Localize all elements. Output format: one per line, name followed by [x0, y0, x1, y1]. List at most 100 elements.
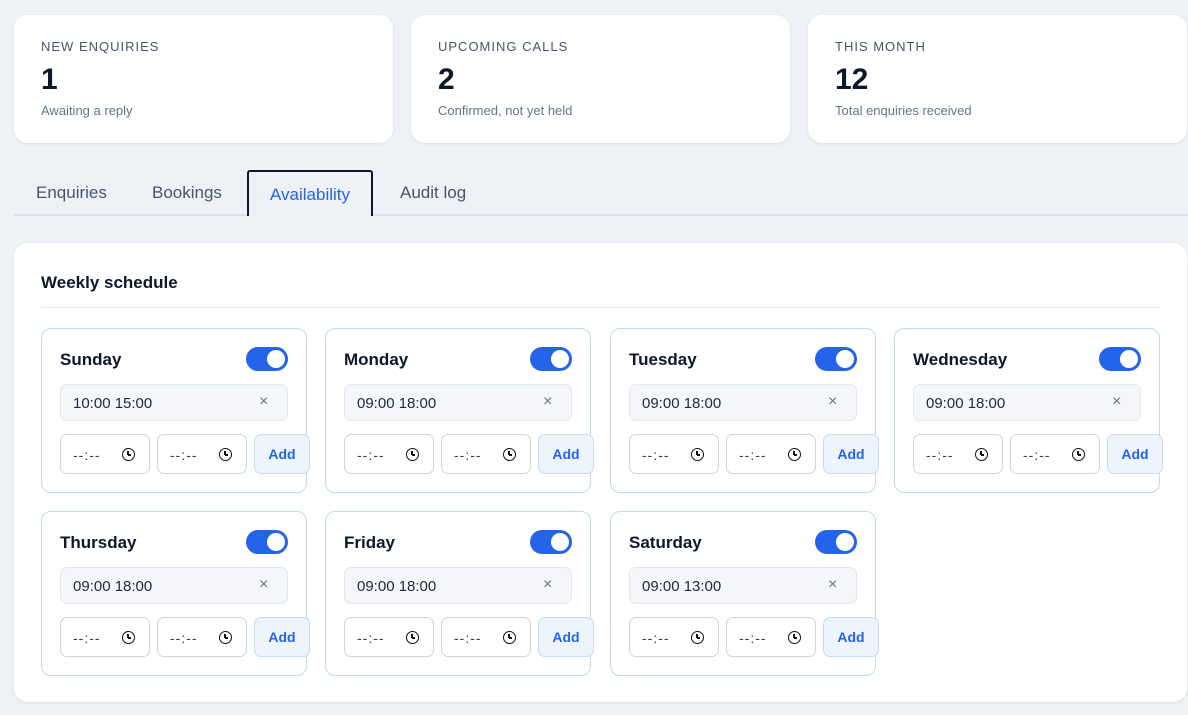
tab-bookings[interactable]: Bookings	[152, 170, 222, 215]
clock-icon[interactable]	[122, 631, 135, 644]
day-enabled-toggle[interactable]	[530, 530, 572, 554]
add-slot-button[interactable]: Add	[823, 434, 879, 474]
toggle-knob	[551, 350, 569, 368]
clock-icon[interactable]	[503, 448, 516, 461]
add-slot-button[interactable]: Add	[538, 617, 594, 657]
day-enabled-toggle[interactable]	[1099, 347, 1141, 371]
day-name: Tuesday	[629, 350, 697, 369]
remove-slot-icon[interactable]: ×	[1112, 393, 1121, 411]
time-placeholder: --:--	[1023, 447, 1051, 463]
toggle-knob	[836, 533, 854, 551]
stat-subtext: Awaiting a reply	[41, 103, 133, 118]
day-name: Sunday	[60, 350, 122, 369]
time-placeholder: --:--	[739, 447, 767, 463]
end-time-input[interactable]: --:--	[726, 617, 816, 657]
day-enabled-toggle[interactable]	[530, 347, 572, 371]
time-placeholder: --:--	[73, 630, 101, 646]
end-time-input[interactable]: --:--	[726, 434, 816, 474]
clock-icon[interactable]	[503, 631, 516, 644]
start-time-input[interactable]: --:--	[60, 434, 150, 474]
stat-label: NEW ENQUIRIES	[41, 39, 160, 54]
stats-row: NEW ENQUIRIES 1 Awaiting a reply UPCOMIN…	[14, 15, 1187, 143]
time-placeholder: --:--	[170, 630, 198, 646]
add-slot-button[interactable]: Add	[1107, 434, 1163, 474]
clock-icon[interactable]	[406, 448, 419, 461]
add-slot-button[interactable]: Add	[254, 434, 310, 474]
tab-enquiries[interactable]: Enquiries	[36, 170, 107, 215]
day-card-monday: Monday 09:00 18:00 × --:-- --:-- Add	[325, 328, 594, 493]
start-time-input[interactable]: --:--	[344, 617, 434, 657]
day-card-friday: Friday 09:00 18:00 × --:-- --:-- Add	[325, 511, 594, 676]
day-name: Wednesday	[913, 350, 1008, 369]
time-slot-text: 09:00 18:00	[926, 395, 1006, 412]
toggle-knob	[267, 350, 285, 368]
section-title: Weekly schedule	[41, 273, 178, 292]
stat-value: 2	[438, 63, 455, 96]
time-slot-text: 09:00 18:00	[642, 395, 722, 412]
time-placeholder: --:--	[642, 630, 670, 646]
day-enabled-toggle[interactable]	[246, 530, 288, 554]
time-slot-chip: 09:00 18:00 ×	[629, 384, 857, 421]
start-time-input[interactable]: --:--	[629, 434, 719, 474]
start-time-input[interactable]: --:--	[913, 434, 1003, 474]
clock-icon[interactable]	[219, 448, 232, 461]
remove-slot-icon[interactable]: ×	[259, 393, 268, 411]
remove-slot-icon[interactable]: ×	[828, 576, 837, 594]
day-card-tuesday: Tuesday 09:00 18:00 × --:-- --:-- Add	[610, 328, 879, 493]
toggle-knob	[267, 533, 285, 551]
time-slot-chip: 09:00 18:00 ×	[344, 384, 572, 421]
day-name: Saturday	[629, 533, 702, 552]
time-placeholder: --:--	[454, 447, 482, 463]
day-enabled-toggle[interactable]	[815, 530, 857, 554]
day-card-wednesday: Wednesday 09:00 18:00 × --:-- --:-- Add	[894, 328, 1163, 493]
tab-bar: Enquiries Bookings Availability Audit lo…	[14, 170, 1188, 216]
clock-icon[interactable]	[1072, 448, 1085, 461]
time-placeholder: --:--	[357, 447, 385, 463]
clock-icon[interactable]	[122, 448, 135, 461]
time-placeholder: --:--	[739, 630, 767, 646]
time-placeholder: --:--	[454, 630, 482, 646]
stat-value: 1	[41, 63, 58, 96]
add-slot-button[interactable]: Add	[823, 617, 879, 657]
day-enabled-toggle[interactable]	[815, 347, 857, 371]
time-slot-text: 10:00 15:00	[73, 395, 153, 412]
end-time-input[interactable]: --:--	[157, 434, 247, 474]
clock-icon[interactable]	[406, 631, 419, 644]
time-slot-chip: 09:00 18:00 ×	[913, 384, 1141, 421]
time-slot-chip: 09:00 18:00 ×	[60, 567, 288, 604]
end-time-input[interactable]: --:--	[1010, 434, 1100, 474]
toggle-knob	[836, 350, 854, 368]
start-time-input[interactable]: --:--	[344, 434, 434, 474]
clock-icon[interactable]	[691, 448, 704, 461]
start-time-input[interactable]: --:--	[60, 617, 150, 657]
time-slot-text: 09:00 18:00	[357, 578, 437, 595]
stat-value: 12	[835, 63, 869, 96]
day-name: Monday	[344, 350, 409, 369]
tab-audit-log[interactable]: Audit log	[400, 170, 466, 215]
add-slot-button[interactable]: Add	[254, 617, 310, 657]
end-time-input[interactable]: --:--	[157, 617, 247, 657]
time-slot-chip: 09:00 13:00 ×	[629, 567, 857, 604]
clock-icon[interactable]	[219, 631, 232, 644]
end-time-input[interactable]: --:--	[441, 434, 531, 474]
end-time-input[interactable]: --:--	[441, 617, 531, 657]
tab-availability[interactable]: Availability	[247, 170, 374, 216]
clock-icon[interactable]	[788, 631, 801, 644]
day-card-thursday: Thursday 09:00 18:00 × --:-- --:-- Add	[41, 511, 310, 676]
add-slot-button[interactable]: Add	[538, 434, 594, 474]
clock-icon[interactable]	[788, 448, 801, 461]
start-time-input[interactable]: --:--	[629, 617, 719, 657]
clock-icon[interactable]	[691, 631, 704, 644]
toggle-knob	[1120, 350, 1138, 368]
remove-slot-icon[interactable]: ×	[828, 393, 837, 411]
day-name: Thursday	[60, 533, 137, 552]
day-enabled-toggle[interactable]	[246, 347, 288, 371]
remove-slot-icon[interactable]: ×	[543, 576, 552, 594]
remove-slot-icon[interactable]: ×	[543, 393, 552, 411]
time-placeholder: --:--	[357, 630, 385, 646]
clock-icon[interactable]	[975, 448, 988, 461]
stat-card-this-month: THIS MONTH 12 Total enquiries received	[808, 15, 1187, 143]
stat-card-upcoming-calls: UPCOMING CALLS 2 Confirmed, not yet held	[411, 15, 790, 143]
stat-subtext: Total enquiries received	[835, 103, 972, 118]
remove-slot-icon[interactable]: ×	[259, 576, 268, 594]
